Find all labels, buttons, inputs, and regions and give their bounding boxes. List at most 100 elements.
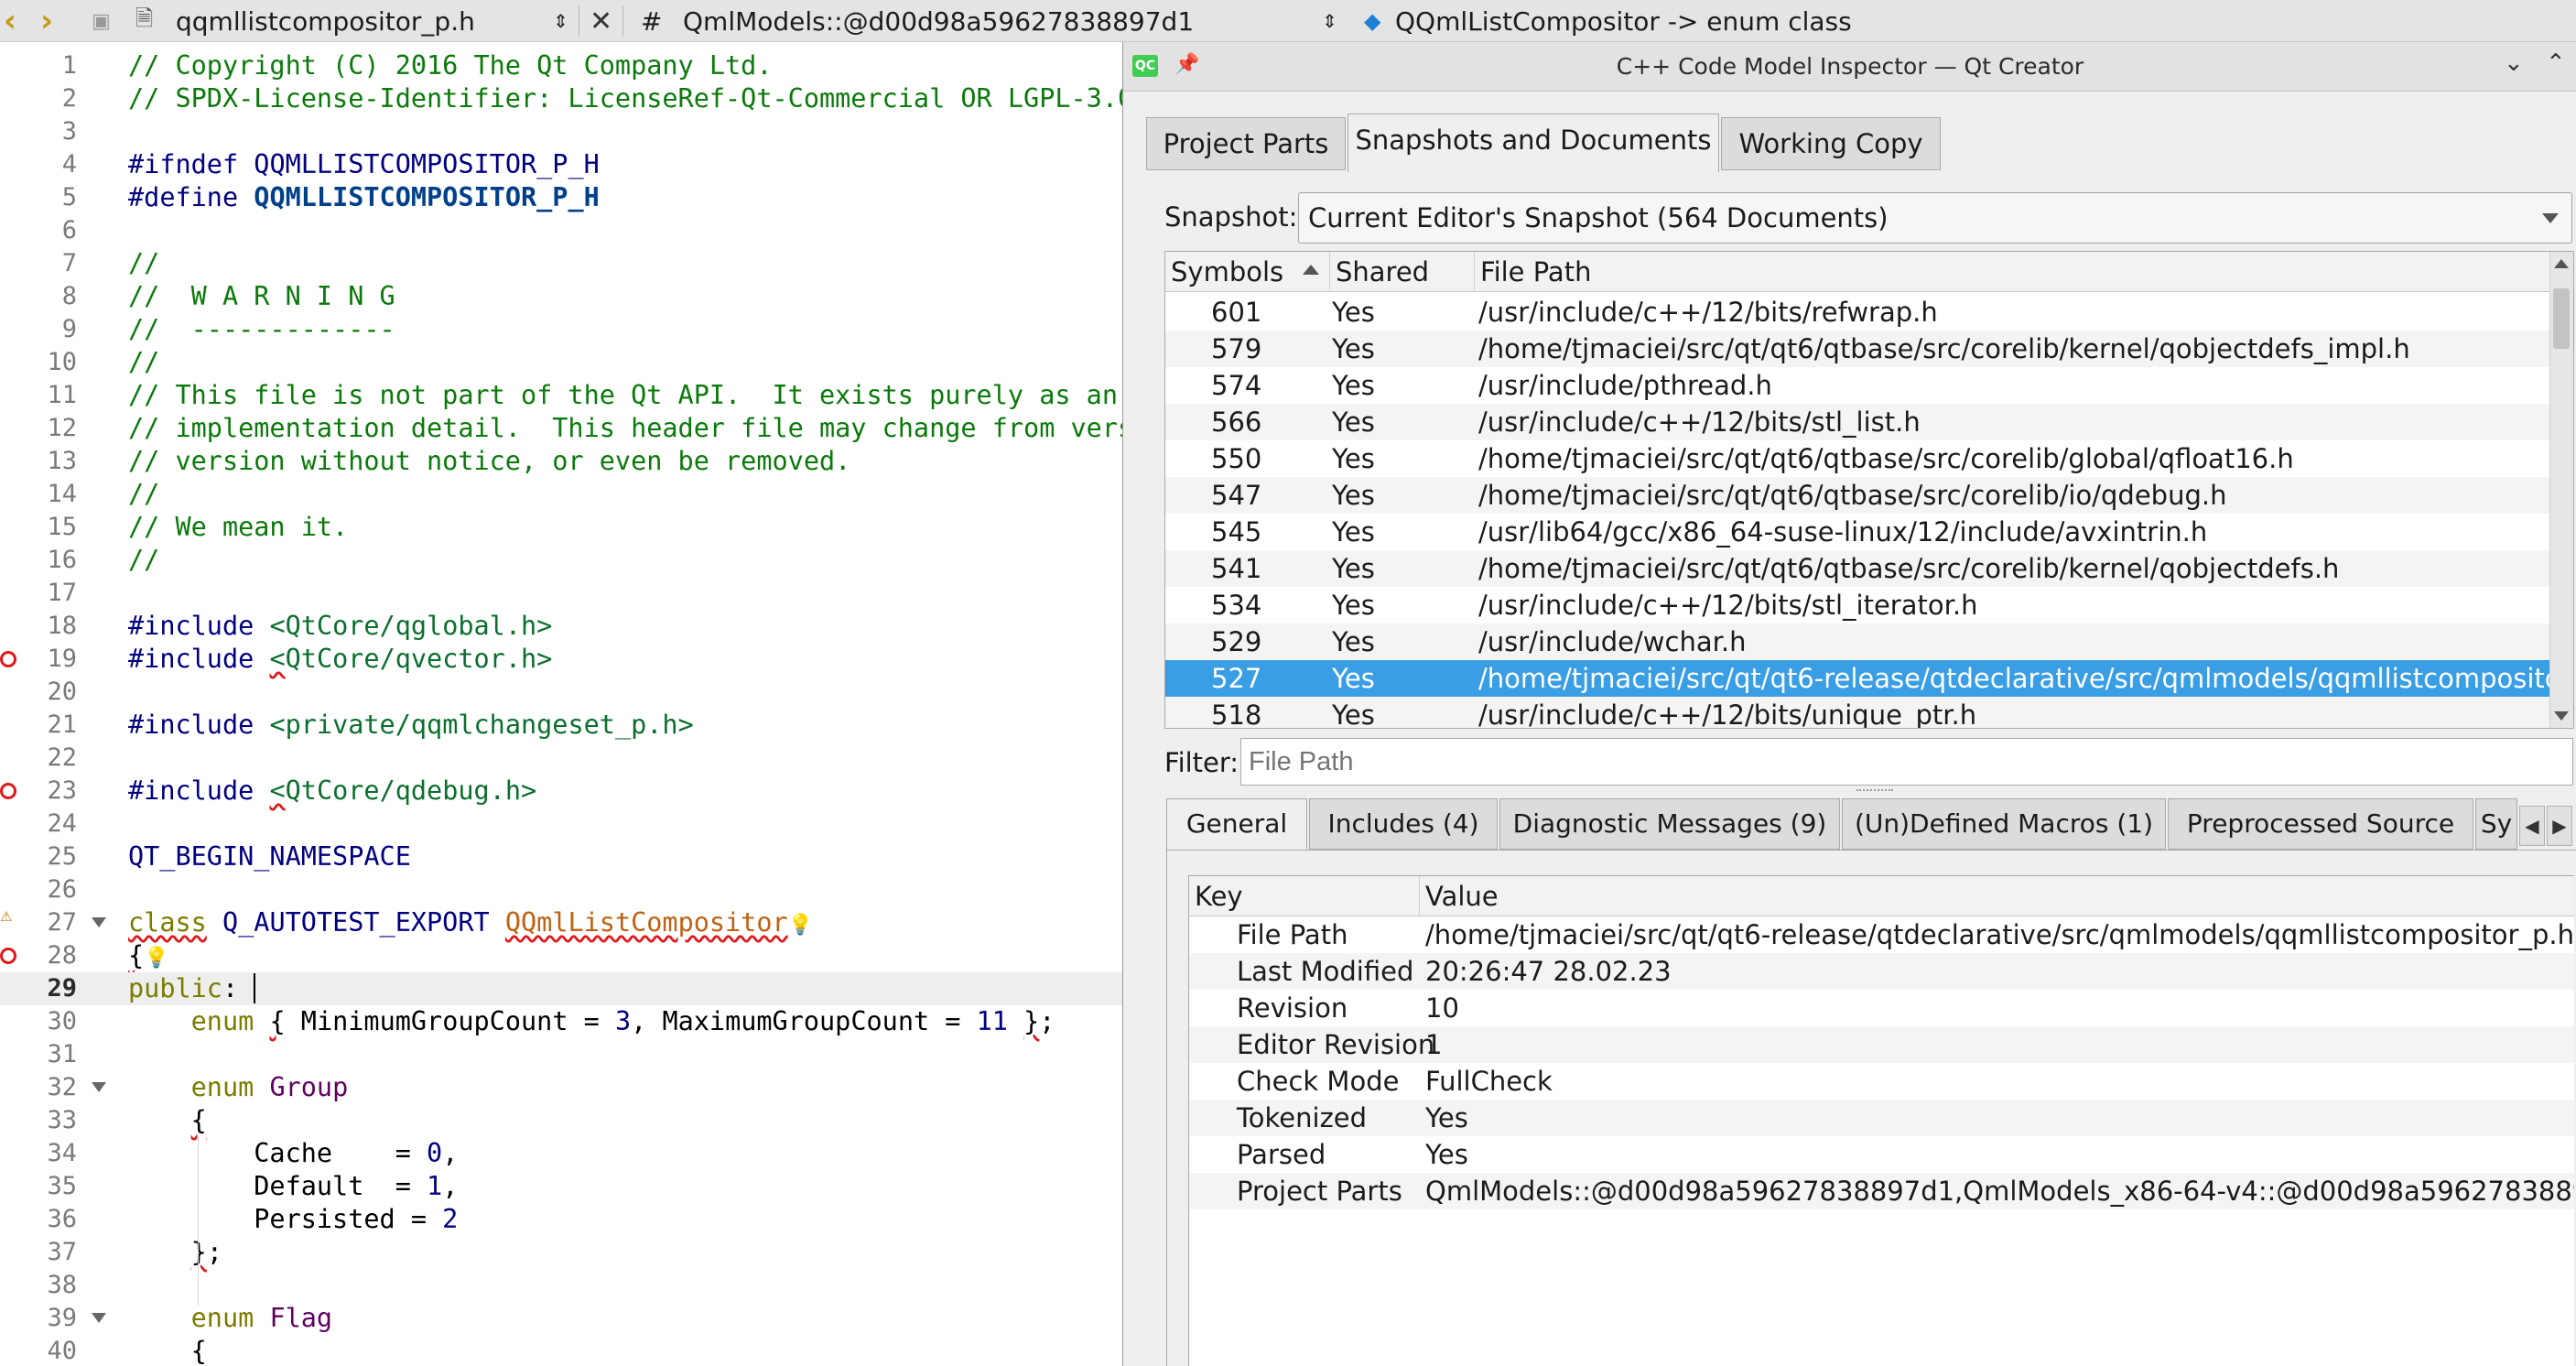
code-text[interactable]: enum { MinimumGroupCount = 3, MaximumGro… [128, 1005, 1055, 1038]
symbol-selector[interactable]: QQmlListCompositor -> enum class [1395, 0, 1852, 42]
scroll-up-icon[interactable] [2554, 259, 2569, 268]
close-document-icon[interactable]: ✕ [590, 0, 612, 42]
code-text[interactable]: // version without notice, or even be re… [128, 445, 850, 478]
code-line[interactable]: 29 public: [0, 972, 1122, 1005]
code-line[interactable]: 9 // ------------- [0, 313, 1122, 346]
code-line[interactable]: 7 // [0, 247, 1122, 280]
table-row[interactable]: 574 Yes/usr/include/pthread.h [1165, 367, 2549, 404]
code-text[interactable]: // [128, 247, 159, 280]
document-selector[interactable]: qqmllistcompositor_p.h [176, 0, 475, 42]
code-text[interactable]: Cache = 0, [128, 1137, 458, 1170]
code-text[interactable]: // ------------- [128, 313, 395, 346]
snapshot-select[interactable]: Current Editor's Snapshot (564 Documents… [1298, 192, 2572, 244]
code-line[interactable]: 15 // We mean it. [0, 511, 1122, 544]
code-line[interactable]: 6 [0, 214, 1122, 247]
code-line[interactable]: 14 // [0, 478, 1122, 511]
code-text[interactable]: // [128, 478, 159, 511]
code-line[interactable]: 24 [0, 808, 1122, 840]
fold-toggle-icon[interactable] [92, 1313, 106, 1323]
code-text[interactable]: // [128, 346, 159, 379]
code-line[interactable]: 31 [0, 1038, 1122, 1071]
tab-diagnostic-messages[interactable]: Diagnostic Messages (9) [1499, 798, 1840, 850]
code-line[interactable]: 39 enum Flag [0, 1302, 1122, 1335]
code-line[interactable]: 21 #include <private/qqmlchangeset_p.h> [0, 709, 1122, 742]
column-header-file-path[interactable]: File Path [1475, 252, 2549, 292]
code-text[interactable]: #ifndef QQMLLISTCOMPOSITOR_P_H [128, 148, 600, 181]
splitter-handle[interactable] [1856, 789, 1893, 793]
code-line[interactable]: 25 QT_BEGIN_NAMESPACE [0, 840, 1122, 873]
code-line[interactable]: 11 // This file is not part of the Qt API… [0, 379, 1122, 412]
code-text[interactable]: enum Flag [128, 1302, 332, 1335]
fold-toggle-icon[interactable] [92, 1082, 106, 1092]
table-row[interactable]: Project Parts QmlModels::@d00d98a59627838… [1189, 1173, 2574, 1209]
code-line[interactable]: ⚠ 27 class Q_AUTOTEST_EXPORT QQmlListCompo… [0, 906, 1122, 939]
code-text[interactable]: class Q_AUTOTEST_EXPORT QQmlListComposit… [128, 906, 813, 939]
fold-toggle-icon[interactable] [92, 917, 106, 927]
column-header-key[interactable]: Key [1189, 876, 1420, 916]
general-table[interactable]: Key Value File Path/home/tjmaciei/src/qt… [1188, 875, 2574, 1366]
table-row[interactable]: 541 Yes/home/tjmaciei/src/qt/qt6/qtbase/s… [1165, 550, 2549, 587]
code-line[interactable]: 34 Cache = 0, [0, 1137, 1122, 1170]
document-dropdown-icon[interactable]: ⇕ [553, 0, 568, 42]
code-text[interactable]: public: [128, 972, 256, 1005]
code-line[interactable]: 30 enum { MinimumGroupCount = 3, Maximum… [0, 1005, 1122, 1038]
tab-undefined-macros[interactable]: (Un)Defined Macros (1) [1842, 798, 2166, 850]
code-line[interactable]: 19 #include <QtCore/qvector.h> [0, 643, 1122, 676]
project-selector[interactable]: QmlModels::@d00d98a59627838897d1 [683, 0, 1194, 42]
scroll-down-icon[interactable] [2554, 711, 2569, 721]
table-row[interactable]: 601 Yes/usr/include/c++/12/bits/refwrap.h [1165, 294, 2549, 331]
table-row[interactable]: 550 Yes/home/tjmaciei/src/qt/qt6/qtbase/s… [1165, 440, 2549, 477]
code-text[interactable]: // We mean it. [128, 511, 348, 544]
code-text[interactable]: #include <private/qqmlchangeset_p.h> [128, 709, 694, 742]
filter-input[interactable] [1240, 738, 2573, 786]
code-line[interactable]: 36 Persisted = 2 [0, 1203, 1122, 1236]
maximize-icon[interactable]: ⌃ [2546, 49, 2566, 77]
code-line[interactable]: 22 [0, 742, 1122, 775]
table-row[interactable]: 566 Yes/usr/include/c++/12/bits/stl_list.… [1165, 404, 2549, 440]
tab-general[interactable]: General [1166, 798, 1307, 853]
table-row[interactable]: 527 Yes/home/tjmaciei/src/qt/qt6-release/… [1165, 660, 2573, 697]
code-line[interactable]: 1 // Copyright (C) 2016 The Qt Company Lt… [0, 49, 1122, 82]
code-text[interactable]: }; [128, 1236, 222, 1269]
code-line[interactable]: 28 {💡 [0, 939, 1122, 972]
table-row[interactable]: 579 Yes/home/tjmaciei/src/qt/qt6/qtbase/s… [1165, 331, 2549, 367]
table-row[interactable]: 547 Yes/home/tjmaciei/src/qt/qt6/qtbase/s… [1165, 477, 2549, 514]
table-row[interactable]: Revision 10 [1189, 990, 2574, 1026]
tab-includes[interactable]: Includes (4) [1309, 798, 1498, 850]
code-text[interactable]: // W A R N I N G [128, 280, 395, 313]
code-text[interactable]: // SPDX-License-Identifier: LicenseRef-Q… [128, 82, 1122, 115]
code-text[interactable]: #include <QtCore/qvector.h> [128, 643, 552, 676]
tab-preprocessed-source[interactable]: Preprocessed Source [2168, 798, 2473, 850]
table-row[interactable]: Last Modified 20:26:47 28.02.23 [1189, 953, 2574, 990]
code-line[interactable]: 32 enum Group [0, 1071, 1122, 1104]
tabs-scroll-right-icon[interactable]: ▶ [2547, 806, 2572, 846]
code-line[interactable]: 23 #include <QtCore/qdebug.h> [0, 775, 1122, 808]
code-line[interactable]: 10 // [0, 346, 1122, 379]
code-line[interactable]: 26 [0, 873, 1122, 906]
tabs-scroll-left-icon[interactable]: ◀ [2519, 806, 2545, 846]
table-row[interactable]: 518 Yes/usr/include/c++/12/bits/unique_pt… [1165, 697, 2549, 728]
column-header-shared[interactable]: Shared [1330, 252, 1475, 292]
code-line[interactable]: 4 #ifndef QQMLLISTCOMPOSITOR_P_H [0, 148, 1122, 181]
code-line[interactable]: 5 #define QQMLLISTCOMPOSITOR_P_H [0, 181, 1122, 214]
lock-icon[interactable]: ▣ [92, 0, 111, 42]
project-dropdown-icon[interactable]: ⇕ [1322, 0, 1337, 42]
tab-symbols-truncated[interactable]: Sy [2475, 798, 2517, 850]
code-line[interactable]: 33 { [0, 1104, 1122, 1137]
code-text[interactable]: #define QQMLLISTCOMPOSITOR_P_H [128, 181, 600, 214]
table-row[interactable]: 529 Yes/usr/include/wchar.h [1165, 623, 2549, 660]
table-row[interactable]: Parsed Yes [1189, 1136, 2574, 1173]
tab-snapshots-and-documents[interactable]: Snapshots and Documents [1348, 114, 1719, 172]
code-text[interactable]: Default = 1, [128, 1170, 458, 1203]
code-line[interactable]: 38 [0, 1269, 1122, 1302]
code-text[interactable]: { [128, 1335, 207, 1366]
code-text[interactable]: { [128, 1104, 207, 1137]
chevron-right-icon[interactable]: › [40, 0, 53, 42]
code-line[interactable]: 37 }; [0, 1236, 1122, 1269]
minimize-icon[interactable]: ⌄ [2504, 49, 2524, 77]
code-text[interactable]: #include <QtCore/qdebug.h> [128, 775, 536, 808]
table-row[interactable]: Tokenized Yes [1189, 1100, 2574, 1136]
code-line[interactable]: 16 // [0, 544, 1122, 577]
code-text[interactable]: Persisted = 2 [128, 1203, 458, 1236]
documents-table[interactable]: Symbols Shared File Path 601 Yes/usr/incl… [1164, 251, 2574, 729]
